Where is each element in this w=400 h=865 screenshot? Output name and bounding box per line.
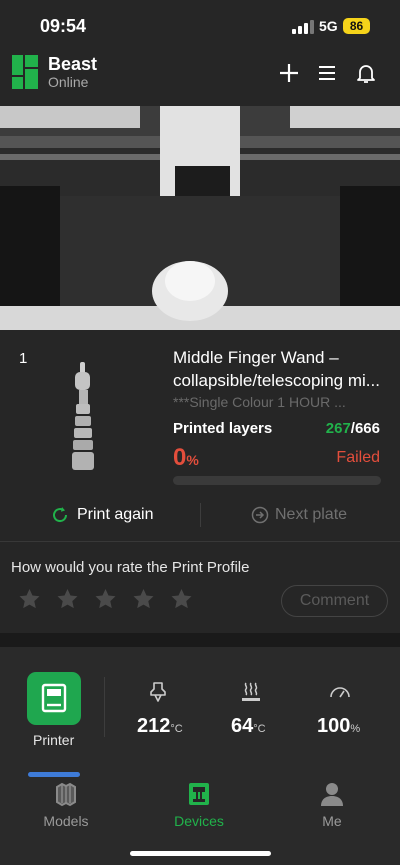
star-rating[interactable] xyxy=(17,587,194,611)
layers-count: 267/666 xyxy=(326,420,380,437)
speed-unit: % xyxy=(350,723,361,735)
job-subtitle: ***Single Colour 1 HOUR ... xyxy=(173,394,346,410)
printer-tile-label: Printer xyxy=(33,732,75,748)
refresh-icon xyxy=(53,507,68,523)
next-plate-label: Next plate xyxy=(275,506,348,523)
nozzle-icon xyxy=(150,682,166,702)
clock: 09:54 xyxy=(40,16,87,36)
print-again-button[interactable]: Print again xyxy=(50,502,154,528)
progress-unit: % xyxy=(186,452,199,468)
section-divider xyxy=(0,633,400,647)
battery-indicator: 86 xyxy=(343,18,370,34)
nozzle-temp-unit: °C xyxy=(170,723,183,735)
bell-icon[interactable] xyxy=(354,61,378,85)
printer-status: Online xyxy=(48,74,89,90)
divider xyxy=(0,541,400,542)
heatbed-icon xyxy=(242,682,260,701)
tab-devices[interactable]: Devices xyxy=(159,781,239,829)
star-icon[interactable] xyxy=(17,587,42,611)
arrow-circle-icon xyxy=(251,506,269,524)
divider xyxy=(104,677,105,737)
camera-image xyxy=(0,106,400,330)
menu-icon[interactable] xyxy=(315,61,339,85)
layers-current: 267 xyxy=(325,420,351,437)
tab-models[interactable]: Models xyxy=(26,781,106,829)
nozzle-temperature: 212°C xyxy=(137,715,183,738)
progress-bar xyxy=(173,476,381,485)
tab-label: Devices xyxy=(174,813,224,829)
star-icon[interactable] xyxy=(55,587,80,611)
job-state: Failed xyxy=(336,449,380,466)
star-icon[interactable] xyxy=(131,587,156,611)
bed-temp-unit: °C xyxy=(253,723,266,735)
comment-button[interactable]: Comment xyxy=(281,585,388,617)
plate-index: 1 xyxy=(19,350,28,367)
print-again-label: Print again xyxy=(77,506,154,523)
layers-label: Printed layers xyxy=(173,420,273,437)
printer-tile[interactable] xyxy=(27,672,81,725)
add-icon[interactable] xyxy=(277,61,301,85)
tab-label: Me xyxy=(322,813,342,829)
network-type: 5G xyxy=(319,18,338,34)
models-icon xyxy=(56,782,76,807)
person-icon xyxy=(321,783,343,806)
bed-temperature: 64°C xyxy=(231,715,266,738)
divider xyxy=(200,503,201,527)
speed-value: 100 xyxy=(317,715,351,737)
next-plate-button[interactable]: Next plate xyxy=(251,502,347,528)
print-speed[interactable]: 100% xyxy=(317,715,360,738)
progress-percent: 0% xyxy=(173,444,199,472)
printer-icon xyxy=(41,683,67,713)
layers-total: /666 xyxy=(350,420,380,437)
tab-label: Models xyxy=(43,813,89,829)
bed-temp-value: 64 xyxy=(231,715,254,737)
nozzle-temp-value: 212 xyxy=(137,715,171,737)
scroll-peek-indicator xyxy=(28,772,80,777)
star-icon[interactable] xyxy=(93,587,118,611)
model-thumbnail xyxy=(72,362,94,470)
camera-feed[interactable] xyxy=(0,106,400,330)
device-header: Beast Online xyxy=(0,50,400,106)
tab-me[interactable]: Me xyxy=(292,781,372,829)
star-icon[interactable] xyxy=(169,587,194,611)
bambu-logo-icon xyxy=(12,55,38,89)
devices-icon xyxy=(189,783,209,805)
rating-prompt: How would you rate the Print Profile xyxy=(11,559,250,576)
status-bar: 09:54 5G 86 xyxy=(0,0,400,50)
speedometer-icon xyxy=(330,687,350,698)
job-title[interactable]: Middle Finger Wand – collapsible/telesco… xyxy=(173,346,385,392)
home-indicator[interactable] xyxy=(130,851,271,856)
signal-icon xyxy=(292,20,314,34)
progress-value: 0 xyxy=(173,444,187,471)
printer-name[interactable]: Beast xyxy=(48,54,97,75)
